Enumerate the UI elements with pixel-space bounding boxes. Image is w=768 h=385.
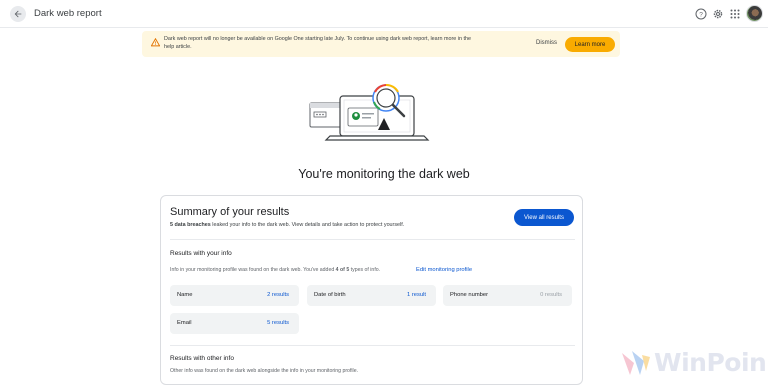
result-item-value: 5 results — [267, 320, 289, 326]
result-item-phone-number[interactable]: Phone number 0 results — [443, 285, 572, 306]
watermark-text: WinPoin — [654, 348, 767, 377]
result-item-value: 1 result — [406, 292, 426, 298]
deprecation-banner: Dark web report will no longer be availa… — [142, 31, 620, 57]
learn-more-button[interactable]: Learn more — [565, 37, 615, 52]
arrow-back-icon — [14, 10, 22, 18]
summary-card: Summary of your results 5 data breaches … — [160, 195, 583, 385]
summary-title: Summary of your results — [170, 206, 290, 218]
results-your-info-desc: Info in your monitoring profile was foun… — [170, 267, 380, 273]
result-item-email[interactable]: Email 5 results — [170, 313, 299, 334]
watermark: WinPoin — [620, 347, 768, 379]
result-item-label: Name — [177, 292, 193, 298]
breach-count: 5 data breaches — [170, 222, 211, 228]
page-title: Dark web report — [34, 8, 102, 19]
results-other-info-desc: Other info was found on the dark web alo… — [170, 368, 359, 374]
svg-text:?: ? — [699, 12, 703, 19]
result-item-value: 0 results — [540, 292, 562, 298]
result-item-label: Email — [177, 320, 192, 326]
apps-grid-icon[interactable] — [729, 8, 741, 20]
warning-icon — [151, 38, 160, 47]
summary-subtitle-text: leaked your info to the dark web. View d… — [210, 222, 405, 228]
results-your-info-title: Results with your info — [170, 250, 232, 257]
result-item-date-of-birth[interactable]: Date of birth 1 result — [307, 285, 436, 306]
edit-monitoring-profile-link[interactable]: Edit monitoring profile — [416, 267, 472, 273]
dismiss-button[interactable]: Dismiss — [536, 40, 557, 46]
help-icon[interactable]: ? — [695, 8, 707, 20]
dark-web-illustration — [309, 84, 430, 141]
top-app-bar: Dark web report ? — [0, 0, 768, 28]
results-other-info-title: Results with other info — [170, 355, 234, 362]
summary-subtitle: 5 data breaches leaked your info to the … — [170, 222, 404, 228]
account-avatar[interactable] — [746, 5, 763, 22]
desc-suffix: types of info. — [349, 267, 381, 273]
desc-bold: 4 of 5 — [335, 267, 350, 273]
back-button[interactable] — [10, 6, 26, 22]
view-all-results-button[interactable]: View all results — [514, 209, 574, 226]
watermark-logo-icon — [622, 351, 650, 375]
result-item-label: Date of birth — [314, 292, 346, 298]
desc-prefix: Info in your monitoring profile was foun… — [170, 267, 336, 273]
result-item-label: Phone number — [450, 292, 489, 298]
result-item-value: 2 results — [267, 292, 289, 298]
banner-message: Dark web report will no longer be availa… — [164, 36, 471, 50]
gear-icon[interactable] — [712, 8, 724, 20]
divider — [170, 239, 575, 240]
divider — [170, 345, 575, 346]
monitoring-headline: You're monitoring the dark web — [298, 167, 470, 181]
result-item-name[interactable]: Name 2 results — [170, 285, 299, 306]
